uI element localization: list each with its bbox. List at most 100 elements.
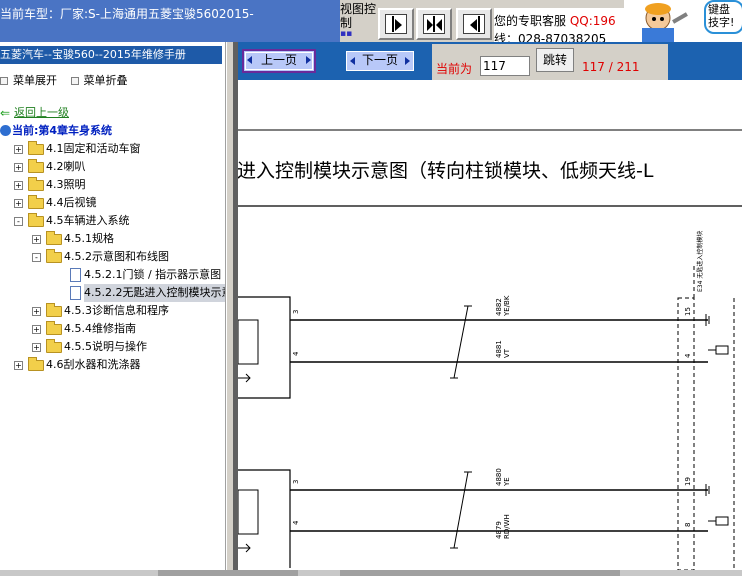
page-back-icon[interactable]	[456, 8, 492, 40]
right-pin-3: 19	[684, 477, 692, 486]
expand-node-icon[interactable]: +	[32, 235, 41, 244]
tree-item-label[interactable]: 4.5.1规格	[64, 230, 114, 248]
tree-item[interactable]: +4.5.3诊断信息和程序	[0, 302, 225, 320]
tree-item-label[interactable]: 4.1固定和活动车窗	[46, 140, 141, 158]
collapse-node-icon[interactable]: -	[14, 217, 23, 226]
ad-banner[interactable]: 键盘技字!	[624, 0, 742, 42]
folder-icon	[28, 357, 44, 371]
page-forward-icon[interactable]	[378, 8, 414, 40]
tree-item-label[interactable]: 4.5.3诊断信息和程序	[64, 302, 169, 320]
page-count: 117 / 211	[582, 60, 640, 74]
folder-icon	[46, 249, 62, 263]
next-page-button[interactable]: 下一页	[346, 51, 414, 71]
tree-item[interactable]: - 4.5车辆进入系统	[0, 212, 225, 230]
expand-icon	[0, 77, 8, 85]
scrollbar-thumb[interactable]	[158, 570, 298, 576]
customer-service-box[interactable]: 您的专职客服 QQ:196 线：028-87038205	[494, 8, 630, 42]
wire-2-circuit: 4881	[495, 340, 503, 358]
next-page-label: 下一页	[361, 53, 398, 67]
menu-collapse-label: 菜单折叠	[83, 74, 128, 87]
tree-item[interactable]: 4.5.2.2无匙进入控制模块示意	[0, 284, 225, 302]
tree-item[interactable]: +4.5.1规格	[0, 230, 225, 248]
tree-item[interactable]: +4.2喇叭	[0, 158, 225, 176]
tree-item-label[interactable]: 4.3照明	[46, 176, 86, 194]
current-chapter: 当前:第4章车身系统	[0, 122, 225, 140]
next-arrow-left-icon	[350, 57, 355, 65]
folder-icon	[28, 195, 44, 209]
page-label: 当前为	[436, 62, 473, 76]
wire-1-color: YE/BK	[503, 295, 511, 317]
menu-expand-button[interactable]: 菜单展开	[0, 72, 57, 88]
jump-button[interactable]: 跳转	[536, 48, 574, 72]
expand-node-icon[interactable]: +	[14, 163, 23, 172]
folder-icon	[28, 177, 44, 191]
right-pin-4: 8	[684, 523, 692, 527]
folder-icon	[46, 303, 62, 317]
fit-width-icon[interactable]	[416, 8, 452, 40]
menu-collapse-button[interactable]: 菜单折叠	[70, 72, 128, 88]
tree-item-label[interactable]: 4.5.4维修指南	[64, 320, 136, 338]
folder-icon	[28, 213, 44, 227]
scrollbar-thumb-right[interactable]	[340, 570, 620, 576]
current-chapter-label: 当前:第4章车身系统	[12, 124, 113, 137]
tree-item[interactable]: 4.5.2.1门锁 / 指示器示意图	[0, 266, 225, 284]
prev-arrow-icon	[247, 56, 252, 64]
expand-node-icon[interactable]: +	[14, 361, 23, 370]
tree-item[interactable]: +4.5.5说明与操作	[0, 338, 225, 356]
wire-1-circuit: 4882	[495, 298, 503, 316]
view-control-text: 视图控制	[340, 2, 377, 30]
horizontal-scrollbar[interactable]	[0, 570, 742, 576]
left-pin-2: 4	[292, 351, 300, 356]
tree-item-label[interactable]: 4.5车辆进入系统	[46, 212, 130, 230]
tree-item-label[interactable]: 4.6刮水器和洗涤器	[46, 356, 141, 374]
prev-page-label: 上一页	[260, 53, 297, 67]
back-label[interactable]: 返回上一级	[14, 104, 69, 122]
tree-item-label[interactable]: 4.4后视镜	[46, 194, 97, 212]
menu-expand-label: 菜单展开	[13, 74, 57, 87]
menu-toggle-row: 菜单展开 菜单折叠	[0, 72, 138, 88]
mascot-icon	[642, 3, 688, 42]
service-phone: 线：028-87038205	[494, 32, 607, 42]
tree-item-label[interactable]: 4.2喇叭	[46, 158, 86, 176]
tree-item-label[interactable]: 4.5.2.1门锁 / 指示器示意图	[84, 266, 221, 284]
connector-label: E34 无匙进入控制模块	[696, 231, 704, 292]
expand-node-icon[interactable]: +	[14, 181, 23, 190]
page-toolbar: 上一页 下一页 当前为 跳转 117 / 211	[238, 42, 742, 80]
document-viewer[interactable]: 3 4 3 4 4882 YE/BK 4881 VT 4880 YE 4879 …	[238, 80, 742, 570]
back-arrow-icon: ⇐	[0, 106, 11, 120]
view-control-label: 视图控制 ▪▪	[340, 2, 377, 39]
tree-item-label[interactable]: 4.5.2示意图和布线图	[64, 248, 169, 266]
wire-4-color: RD/WH	[503, 514, 511, 539]
back-link[interactable]: ⇐ 返回上一级	[0, 104, 225, 122]
tree-item-label[interactable]: 4.5.5说明与操作	[64, 338, 147, 356]
wire-4-circuit: 4879	[495, 521, 503, 539]
document-icon	[70, 268, 81, 282]
tree-item[interactable]: +4.5.4维修指南	[0, 320, 225, 338]
folder-icon	[46, 339, 62, 353]
expand-node-icon[interactable]: +	[32, 307, 41, 316]
tree-item[interactable]: +4.4后视镜	[0, 194, 225, 212]
service-text: 您的专职客服	[494, 14, 570, 28]
tree-item-label[interactable]: 4.5.2.2无匙进入控制模块示意	[84, 284, 225, 302]
left-pin-3: 3	[292, 480, 300, 484]
sidebar: 五菱汽车--宝骏560--2015年维修手册 菜单展开 菜单折叠 ⇐ 返回上一级…	[0, 42, 226, 576]
page-number-input[interactable]	[480, 56, 530, 76]
service-qq[interactable]: QQ:196	[570, 14, 616, 28]
folder-icon	[28, 159, 44, 173]
tree-item[interactable]: +4.3照明	[0, 176, 225, 194]
vehicle-strip: 当前车型：厂家:S-上海通用五菱宝骏5602015-	[0, 0, 340, 42]
collapse-node-icon[interactable]: -	[32, 253, 41, 262]
diagram-title: 进入控制模块示意图（转向柱锁模块、低频天线-L	[238, 160, 654, 182]
folder-icon	[28, 141, 44, 155]
expand-node-icon[interactable]: +	[14, 145, 23, 154]
tree-item[interactable]: +4.1固定和活动车窗	[0, 140, 225, 158]
prev-page-button[interactable]: 上一页	[242, 49, 316, 73]
folder-icon	[46, 321, 62, 335]
vehicle-title: 当前车型：厂家:S-上海通用五菱宝骏5602015-	[0, 7, 254, 21]
tree-item[interactable]: +4.6刮水器和洗涤器	[0, 356, 225, 374]
expand-node-icon[interactable]: +	[32, 343, 41, 352]
wire-3-circuit: 4880	[495, 468, 503, 486]
expand-node-icon[interactable]: +	[32, 325, 41, 334]
expand-node-icon[interactable]: +	[14, 199, 23, 208]
tree-item[interactable]: - 4.5.2示意图和布线图	[0, 248, 225, 266]
